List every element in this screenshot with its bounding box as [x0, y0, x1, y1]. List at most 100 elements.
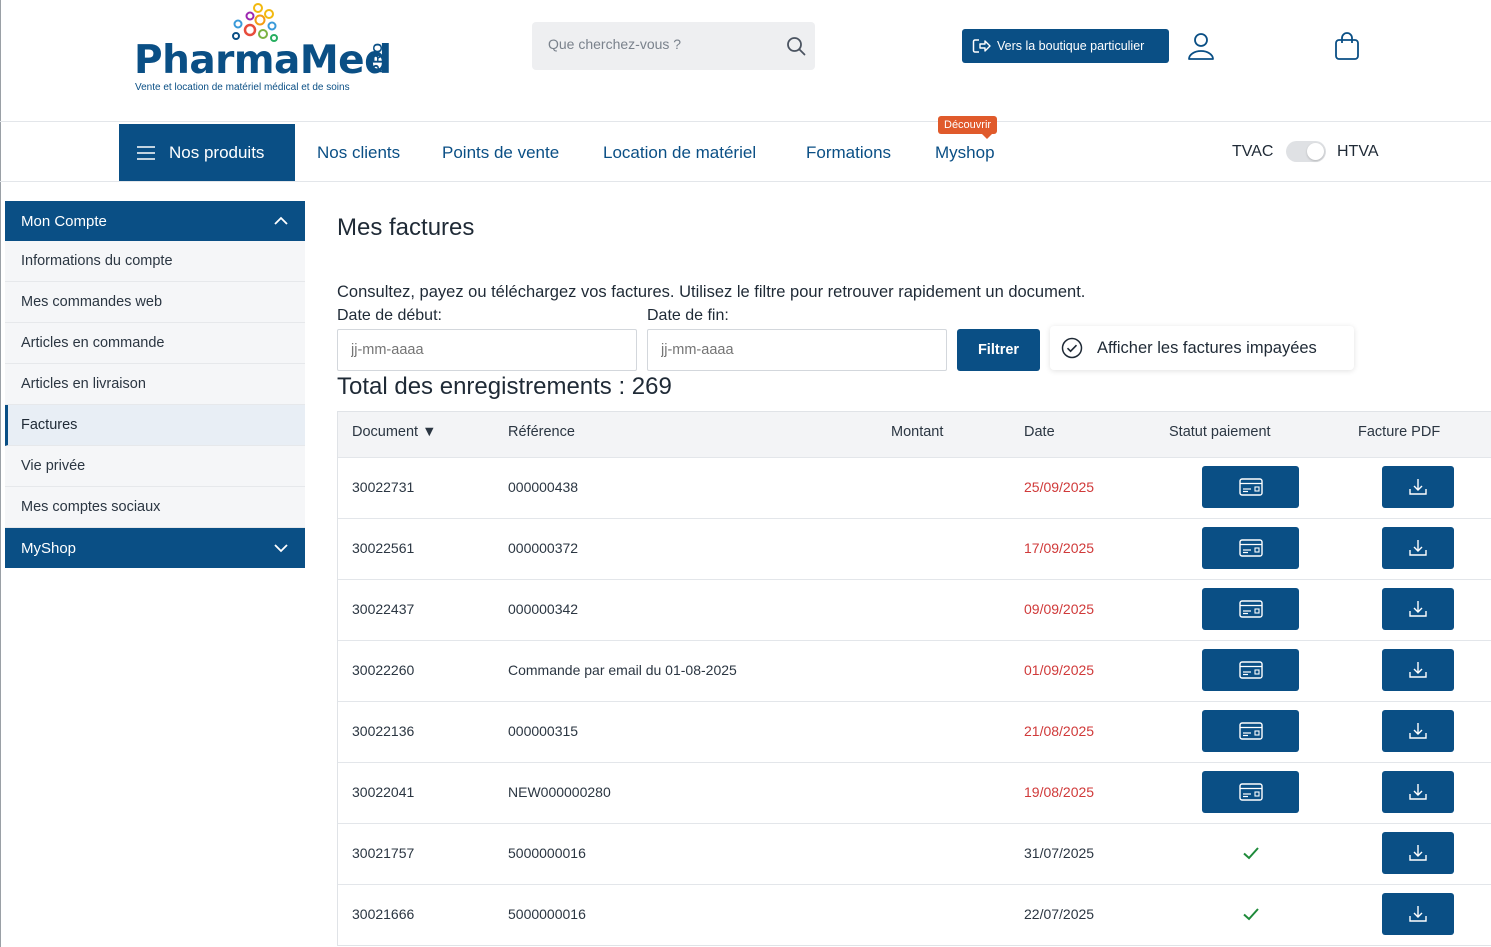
download-pdf-button[interactable]	[1382, 527, 1454, 569]
table-row: 30021757 5000000016 31/07/2025	[338, 823, 1491, 884]
pay-invoice-button[interactable]	[1202, 649, 1299, 691]
cell-reference: 5000000016	[508, 845, 586, 861]
end-date-field[interactable]	[647, 329, 947, 371]
column-header-reference: Référence	[508, 424, 575, 440]
cell-date: 21/08/2025	[1024, 723, 1095, 739]
cell-document: 30022041	[352, 784, 415, 800]
download-pdf-button[interactable]	[1382, 710, 1454, 752]
brand-name: PharmaMed	[134, 38, 392, 83]
download-icon	[1409, 906, 1427, 922]
credit-card-icon	[1238, 539, 1263, 557]
myshop-section-header[interactable]: MyShop	[5, 528, 305, 568]
cell-reference: 000000315	[508, 723, 579, 739]
cell-reference: 000000342	[508, 601, 579, 617]
download-pdf-button[interactable]	[1382, 466, 1454, 508]
cell-date: 17/09/2025	[1024, 540, 1095, 556]
pay-invoice-button[interactable]	[1202, 588, 1299, 630]
download-pdf-button[interactable]	[1382, 832, 1454, 874]
table-header: Document ▼ Référence Montant Date Statut…	[338, 412, 1491, 457]
download-icon	[1409, 601, 1427, 617]
table-row: 30022561 000000372 17/09/2025	[338, 518, 1491, 579]
download-icon	[1409, 662, 1427, 678]
nav-link-myshop[interactable]: Myshop	[935, 143, 995, 163]
price-toggle-htva-label: HTVA	[1337, 143, 1379, 160]
nav-link-location-materiel[interactable]: Location de matériel	[603, 143, 756, 163]
cell-document: 30021757	[352, 845, 415, 861]
column-header-document[interactable]: Document ▼	[352, 424, 436, 440]
column-header-montant: Montant	[891, 424, 944, 440]
download-icon	[1409, 723, 1427, 739]
cell-date: 22/07/2025	[1024, 906, 1095, 922]
nav-link-nos-clients[interactable]: Nos clients	[317, 143, 400, 163]
search-icon[interactable]	[785, 35, 807, 57]
total-records: Total des enregistrements : 269	[337, 373, 672, 400]
pay-invoice-button[interactable]	[1202, 771, 1299, 813]
credit-card-icon	[1238, 722, 1263, 740]
search-input[interactable]	[548, 36, 768, 52]
pay-invoice-button[interactable]	[1202, 710, 1299, 752]
cell-reference: 000000438	[508, 479, 579, 495]
column-header-statut-paiement: Statut paiement	[1169, 424, 1271, 440]
price-toggle-tvac-label: TVAC	[1232, 143, 1274, 160]
brand-suffix: PRO	[370, 42, 385, 74]
tvac-htva-toggle[interactable]	[1286, 141, 1326, 162]
sidebar-item-informations-compte[interactable]: Informations du compte	[5, 241, 305, 282]
chevron-up-icon	[274, 216, 288, 225]
paid-check-icon	[1243, 908, 1259, 921]
site-header: PharmaMed PRO Vente et location de matér…	[0, 0, 1491, 122]
show-unpaid-toggle[interactable]: Afficher les factures impayées	[1050, 326, 1354, 370]
nos-produits-label: Nos produits	[169, 142, 265, 162]
cell-reference: 000000372	[508, 540, 579, 556]
check-circle-icon	[1061, 337, 1083, 359]
sidebar-item-vie-privee[interactable]: Vie privée	[5, 446, 305, 487]
download-icon	[1409, 540, 1427, 556]
cell-document: 30022561	[352, 540, 415, 556]
sidebar-item-comptes-sociaux[interactable]: Mes comptes sociaux	[5, 487, 305, 528]
table-row: 30022731 000000438 25/09/2025	[338, 457, 1491, 518]
credit-card-icon	[1238, 478, 1263, 496]
pay-invoice-button[interactable]	[1202, 466, 1299, 508]
myshop-title: MyShop	[21, 539, 77, 557]
page-intro-text: Consultez, payez ou téléchargez vos fact…	[337, 283, 1086, 301]
cell-date: 19/08/2025	[1024, 784, 1095, 800]
chevron-down-icon	[274, 544, 288, 553]
pay-invoice-button[interactable]	[1202, 527, 1299, 569]
nav-link-formations[interactable]: Formations	[806, 143, 891, 163]
cell-reference: NEW000000280	[508, 784, 611, 800]
start-date-label: Date de début:	[337, 307, 442, 324]
boutique-particulier-button[interactable]: Vers la boutique particulier	[962, 29, 1169, 63]
shopping-bag-icon[interactable]	[1334, 31, 1360, 61]
paid-check-icon	[1243, 847, 1259, 860]
decouvrir-badge: Découvrir	[938, 116, 998, 139]
cell-document: 30022437	[352, 601, 415, 617]
credit-card-icon	[1238, 600, 1263, 618]
search-bar	[532, 22, 815, 70]
cell-date: 01/09/2025	[1024, 662, 1095, 678]
table-row: 30022437 000000342 09/09/2025	[338, 579, 1491, 640]
mon-compte-section-header[interactable]: Mon Compte	[5, 201, 305, 241]
user-account-icon[interactable]	[1186, 31, 1216, 61]
download-pdf-button[interactable]	[1382, 649, 1454, 691]
download-pdf-button[interactable]	[1382, 893, 1454, 935]
brand-tagline: Vente et location de matériel médical et…	[135, 82, 350, 93]
sidebar-item-articles-livraison[interactable]: Articles en livraison	[5, 364, 305, 405]
column-header-facture-pdf: Facture PDF	[1358, 424, 1441, 440]
invoices-table: Document ▼ Référence Montant Date Statut…	[337, 411, 1491, 946]
sidebar-item-commandes-web[interactable]: Mes commandes web	[5, 282, 305, 323]
nav-link-points-de-vente[interactable]: Points de vente	[442, 143, 559, 163]
nos-produits-menu-button[interactable]: Nos produits	[119, 124, 295, 181]
cell-reference: 5000000016	[508, 906, 586, 922]
download-pdf-button[interactable]	[1382, 588, 1454, 630]
cell-date: 31/07/2025	[1024, 845, 1095, 861]
sidebar-item-factures[interactable]: Factures	[5, 405, 305, 446]
filter-button[interactable]: Filtrer	[957, 329, 1040, 371]
hamburger-menu-icon	[137, 145, 155, 160]
download-pdf-button[interactable]	[1382, 771, 1454, 813]
start-date-field[interactable]	[337, 329, 637, 371]
pharmamed-logo[interactable]: PharmaMed PRO Vente et location de matér…	[134, 2, 394, 97]
download-icon	[1409, 479, 1427, 495]
column-header-date: Date	[1024, 424, 1055, 440]
cell-document: 30022731	[352, 479, 415, 495]
credit-card-icon	[1238, 661, 1263, 679]
sidebar-item-articles-commande[interactable]: Articles en commande	[5, 323, 305, 364]
